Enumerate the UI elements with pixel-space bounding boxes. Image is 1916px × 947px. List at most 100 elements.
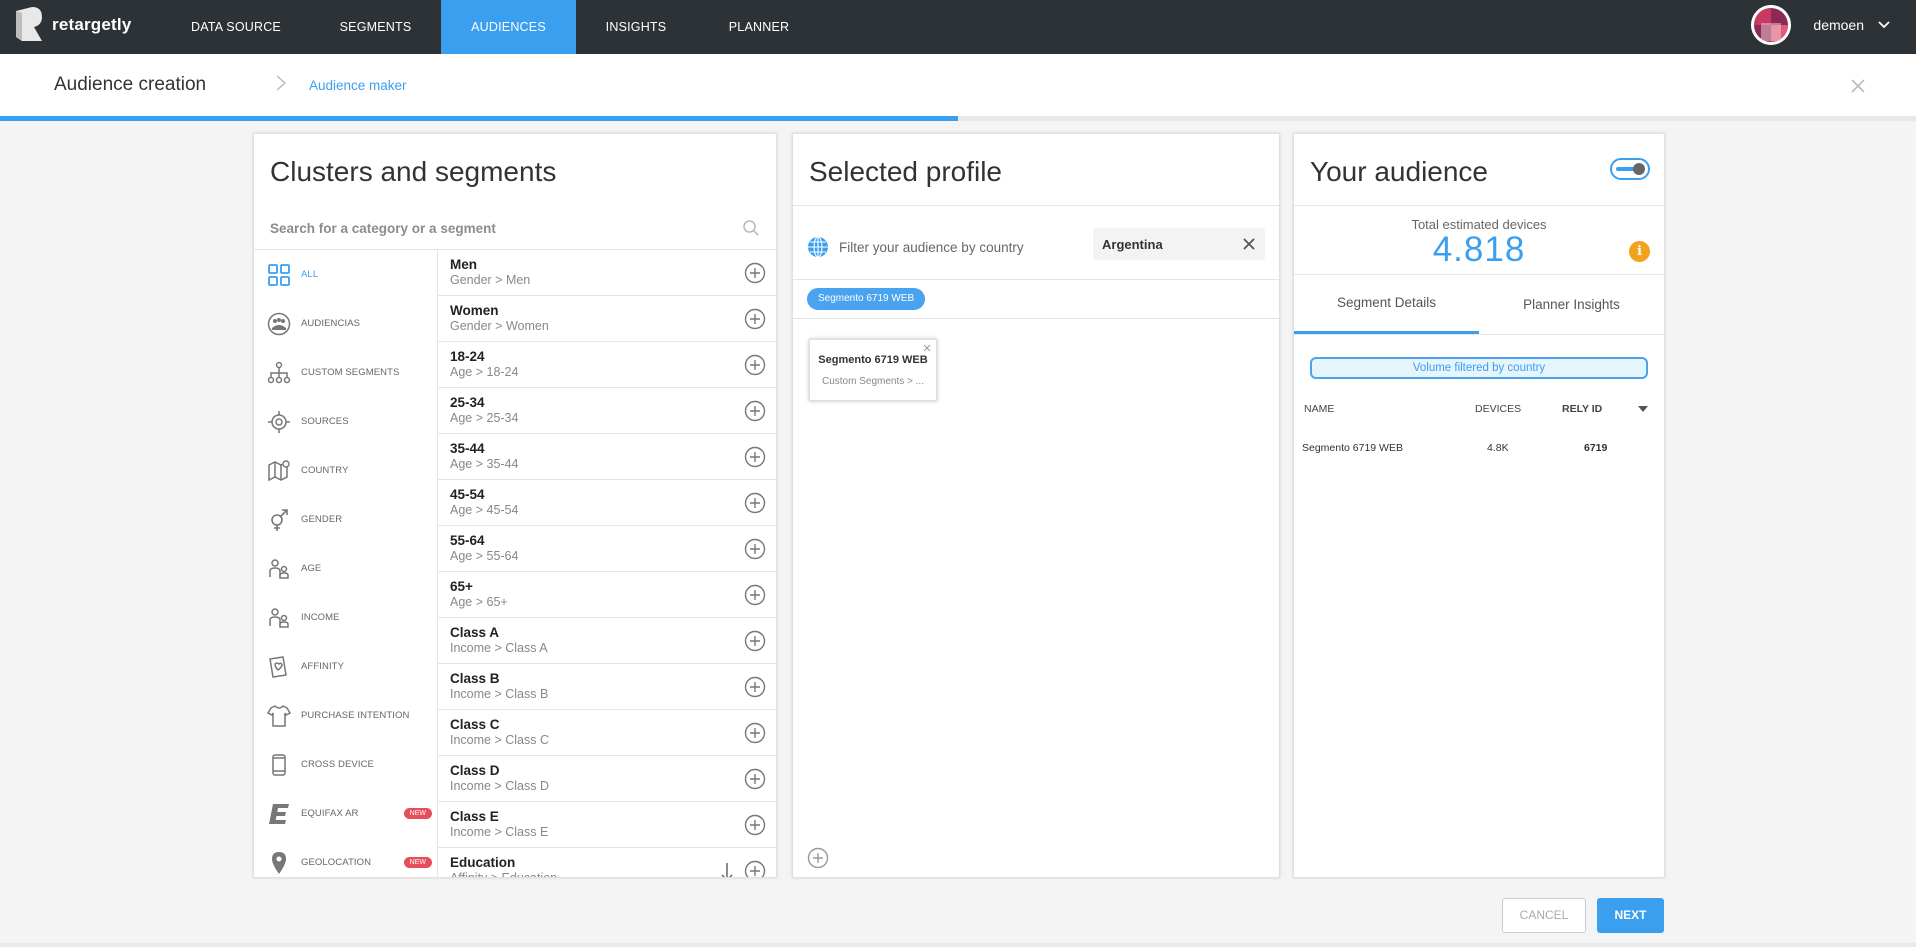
next-button[interactable]: NEXT xyxy=(1597,898,1664,933)
retargetly-logo-icon xyxy=(16,7,42,41)
nav-planner[interactable]: PLANNER xyxy=(700,0,818,54)
divider xyxy=(1294,334,1664,335)
segment-name: Class B xyxy=(450,671,500,686)
add-segment-icon[interactable] xyxy=(744,262,766,284)
remove-card-icon[interactable] xyxy=(923,344,931,352)
category-equifax-ar[interactable]: EQUIFAX AR NEW xyxy=(254,789,438,838)
country-select[interactable]: Argentina xyxy=(1093,228,1265,260)
avatar xyxy=(1751,5,1792,45)
category-income[interactable]: INCOME xyxy=(254,593,438,642)
cancel-button[interactable]: CANCEL xyxy=(1502,898,1586,933)
add-segment-icon[interactable] xyxy=(744,308,766,330)
add-segment-icon[interactable] xyxy=(744,446,766,468)
tab-planner-insights[interactable]: Planner Insights xyxy=(1479,274,1664,334)
divider xyxy=(793,318,1279,319)
category-label: PURCHASE INTENTION xyxy=(301,710,410,721)
gender-icon xyxy=(266,507,292,533)
segment-row[interactable]: Class B Income > Class B xyxy=(438,664,776,710)
category-all[interactable]: ALL xyxy=(254,250,438,299)
segment-chip[interactable]: Segmento 6719 WEB xyxy=(807,288,926,310)
add-segment-icon[interactable] xyxy=(744,814,766,836)
category-age[interactable]: AGE xyxy=(254,544,438,593)
segment-name: Men xyxy=(450,257,477,272)
nav-data-source[interactable]: DATA SOURCE xyxy=(182,0,290,54)
clear-country-icon[interactable] xyxy=(1241,236,1257,252)
segment-row[interactable]: 18-24 Age > 18-24 xyxy=(438,342,776,388)
segment-path: Gender > Men xyxy=(450,273,531,287)
segment-row[interactable]: Education Affinity > Education xyxy=(438,848,776,878)
category-custom-segments[interactable]: CUSTOM SEGMENTS xyxy=(254,348,438,397)
add-segment-icon[interactable] xyxy=(744,860,766,878)
category-label: COUNTRY xyxy=(301,465,349,476)
segment-row[interactable]: 55-64 Age > 55-64 xyxy=(438,526,776,572)
column-header-rely-id[interactable]: RELY ID xyxy=(1562,403,1602,415)
country-filter: Filter your audience by country Argentin… xyxy=(793,206,1279,276)
page-header: Audience creation Audience maker xyxy=(0,54,1916,116)
close-icon[interactable] xyxy=(1850,78,1866,94)
category-label: GEOLOCATION xyxy=(301,857,372,868)
segment-row[interactable]: Class D Income > Class D xyxy=(438,756,776,802)
segment-row[interactable]: Men Gender > Men xyxy=(438,250,776,296)
segment-row[interactable]: Class E Income > Class E xyxy=(438,802,776,848)
segment-row[interactable]: 45-54 Age > 45-54 xyxy=(438,480,776,526)
add-segment-icon[interactable] xyxy=(744,538,766,560)
equifax-icon xyxy=(266,801,292,827)
row-rely-id: 6719 xyxy=(1584,442,1608,454)
phone-icon xyxy=(266,752,292,778)
filter-label: Filter your audience by country xyxy=(839,240,1024,255)
info-icon[interactable]: i xyxy=(1629,241,1650,262)
column-header-name[interactable]: NAME xyxy=(1304,403,1334,415)
search-icon[interactable] xyxy=(742,219,760,237)
audience-icon xyxy=(266,311,292,337)
category-sources[interactable]: SOURCES xyxy=(254,397,438,446)
breadcrumb[interactable]: Audience maker xyxy=(309,78,407,93)
search-input[interactable] xyxy=(270,217,730,239)
add-segment-icon[interactable] xyxy=(744,630,766,652)
arrow-down-icon[interactable] xyxy=(720,862,734,878)
category-gender[interactable]: GENDER xyxy=(254,495,438,544)
tab-segment-details[interactable]: Segment Details xyxy=(1294,274,1479,334)
category-label: CUSTOM SEGMENTS xyxy=(301,367,400,378)
segment-path: Income > Class A xyxy=(450,641,548,655)
segment-card[interactable]: Segmento 6719 WEB Custom Segments > ... xyxy=(809,339,937,401)
nav-insights[interactable]: INSIGHTS xyxy=(576,0,696,54)
affinity-icon xyxy=(266,654,292,680)
add-segment-icon[interactable] xyxy=(744,492,766,514)
category-country[interactable]: COUNTRY xyxy=(254,446,438,495)
audience-title: Your audience xyxy=(1310,156,1489,187)
add-segment-icon[interactable] xyxy=(744,584,766,606)
segment-row[interactable]: 35-44 Age > 35-44 xyxy=(438,434,776,480)
category-geolocation[interactable]: GEOLOCATION NEW xyxy=(254,838,438,877)
card-title: Segmento 6719 WEB xyxy=(818,354,928,366)
segment-row[interactable]: Class A Income > Class A xyxy=(438,618,776,664)
category-affinity[interactable]: AFFINITY xyxy=(254,642,438,691)
add-segment-icon[interactable] xyxy=(744,768,766,790)
volume-filter-note: Volume filtered by country xyxy=(1310,357,1648,379)
add-group-icon[interactable] xyxy=(807,847,829,869)
income-icon xyxy=(266,605,292,631)
logo[interactable]: retargetly xyxy=(14,7,131,43)
segment-row[interactable]: Women Gender > Women xyxy=(438,296,776,342)
pin-icon xyxy=(266,850,292,876)
new-badge: NEW xyxy=(403,857,432,868)
audience-toggle[interactable] xyxy=(1610,158,1650,180)
segment-row[interactable]: Class C Income > Class C xyxy=(438,710,776,756)
category-cross-device[interactable]: CROSS DEVICE xyxy=(254,740,438,789)
nav-audiences[interactable]: AUDIENCES xyxy=(441,0,576,54)
segment-name: Women xyxy=(450,303,499,318)
logo-text: retargetly xyxy=(52,15,132,34)
add-segment-icon[interactable] xyxy=(744,400,766,422)
add-segment-icon[interactable] xyxy=(744,354,766,376)
category-purchase-intention[interactable]: PURCHASE INTENTION xyxy=(254,691,438,740)
add-segment-icon[interactable] xyxy=(744,676,766,698)
add-segment-icon[interactable] xyxy=(744,722,766,744)
sort-caret-icon[interactable] xyxy=(1638,405,1648,413)
segment-row[interactable]: 65+ Age > 65+ xyxy=(438,572,776,618)
user-menu[interactable]: demoen xyxy=(1751,5,1890,45)
category-audiencias[interactable]: AUDIENCIAS xyxy=(254,299,438,348)
chevron-down-icon xyxy=(1878,21,1890,29)
segment-row[interactable]: 25-34 Age > 25-34 xyxy=(438,388,776,434)
segment-path: Gender > Women xyxy=(450,319,549,333)
column-header-devices[interactable]: DEVICES xyxy=(1475,403,1521,415)
nav-segments[interactable]: SEGMENTS xyxy=(303,0,448,54)
